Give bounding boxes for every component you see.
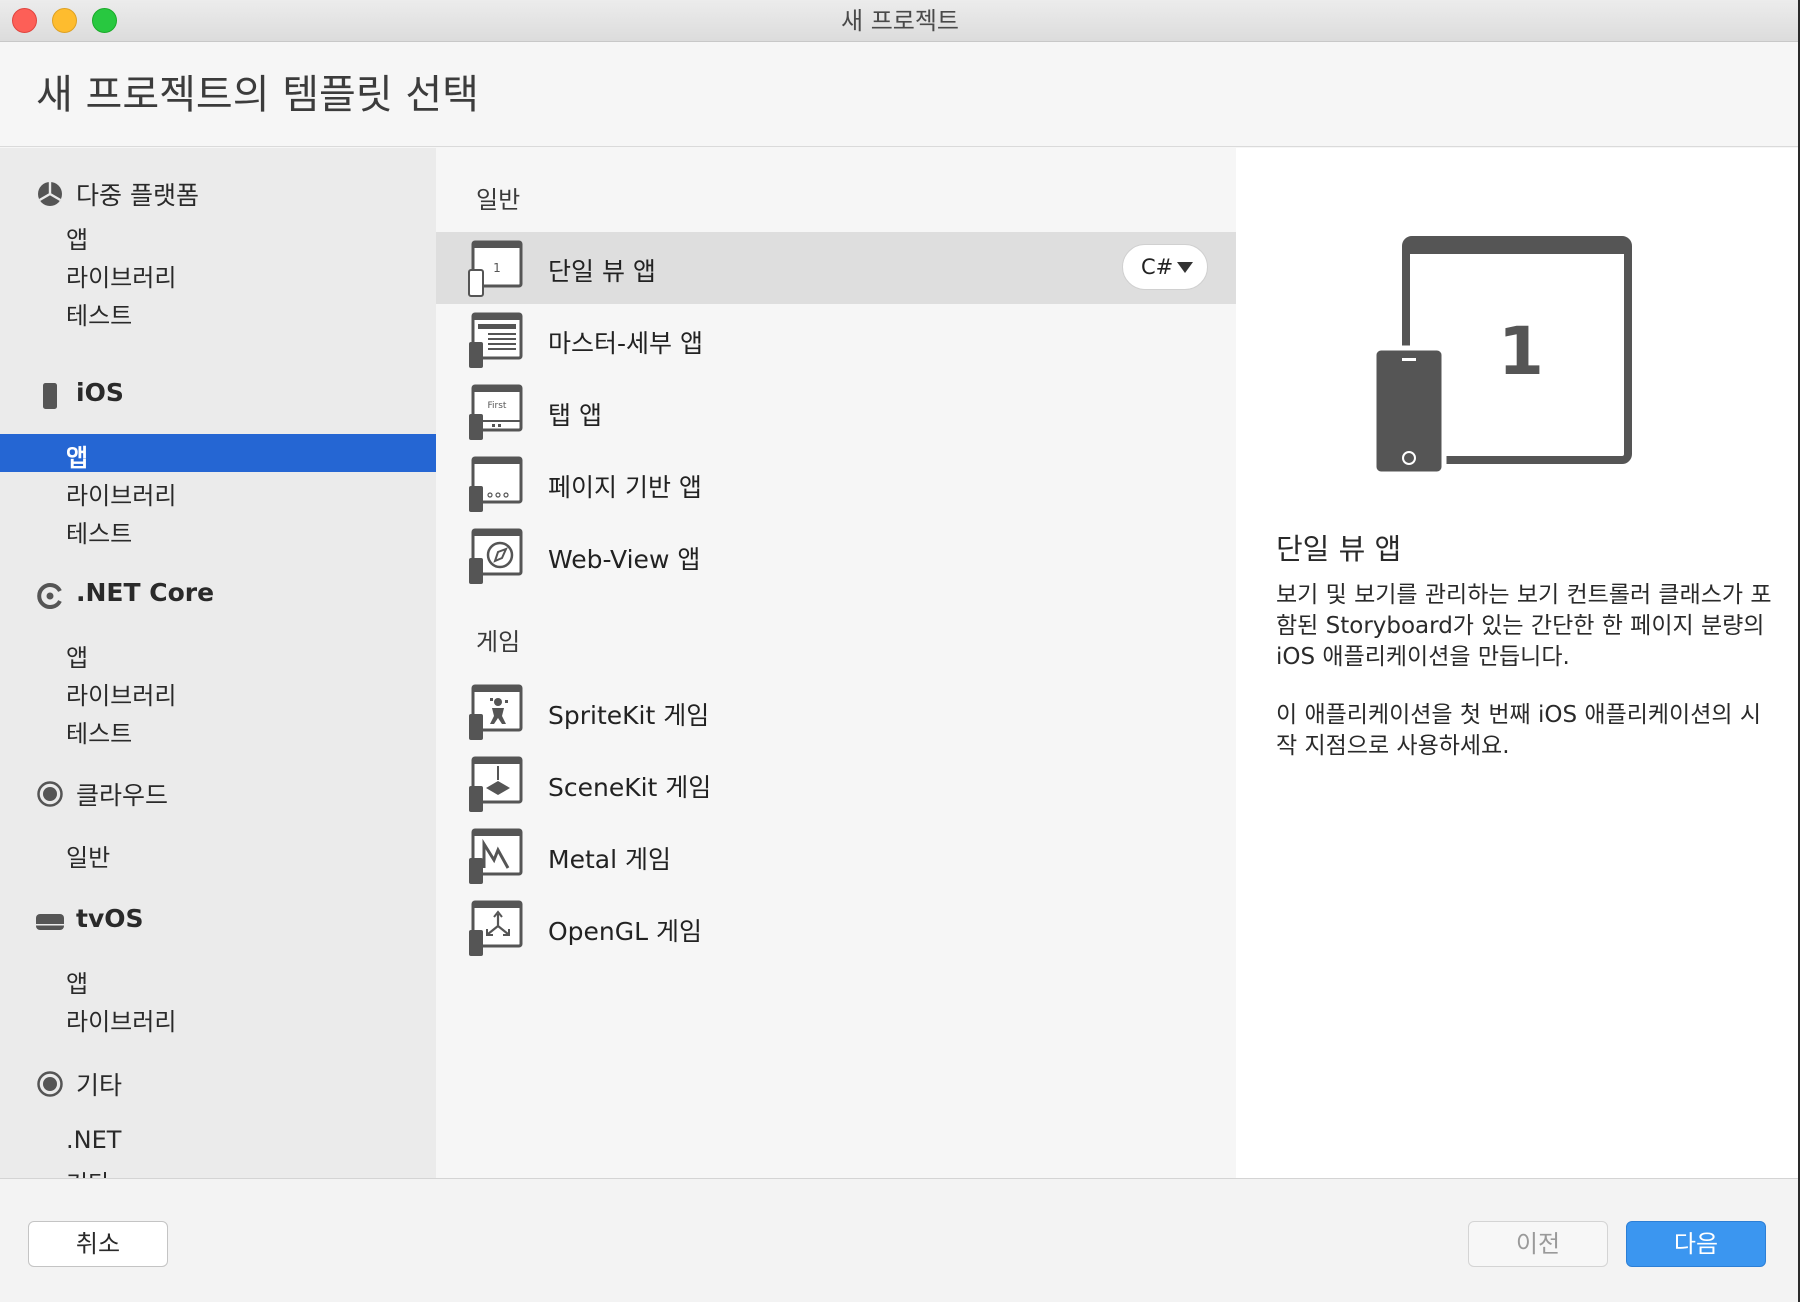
template-row-tabbed-app[interactable]: First 탭 앱 (436, 376, 1236, 448)
dialog-header: 새 프로젝트의 템플릿 선택 (0, 42, 1800, 147)
cancel-button[interactable]: 취소 (28, 1221, 168, 1267)
sidebar-item-label: 기타 (66, 1164, 110, 1178)
template-row-page-based-app[interactable]: 페이지 기반 앱 (436, 448, 1236, 520)
sidebar-item-ios-library[interactable]: 라이브러리 (0, 472, 436, 510)
sidebar-item-ios-test[interactable]: 테스트 (0, 510, 436, 548)
sidebar-category-multiplatform: 다중 플랫폼 (0, 170, 436, 216)
sidebar-item-label: 라이브러리 (66, 1008, 177, 1036)
template-list: 일반 1 단일 뷰 앱 C# 마스터-세부 앱 First 탭 앱 페이지 기반… (436, 148, 1236, 1178)
sidebar-item-label: 앱 (66, 970, 89, 998)
page-title: 새 프로젝트의 템플릿 선택 (36, 72, 479, 118)
other-circle-icon (37, 1071, 63, 1097)
chevron-down-icon (1177, 262, 1193, 273)
sidebar-item-label: 라이브러리 (66, 264, 177, 292)
sidebar-category-label: 다중 플랫폼 (76, 181, 199, 210)
sidebar-item-dotnet-core-test[interactable]: 테스트 (0, 710, 436, 748)
template-row-spritekit-game[interactable]: SpriteKit 게임 (436, 676, 1236, 748)
spritekit-game-icon (469, 684, 523, 740)
sidebar-item-label: 앱 (66, 644, 89, 672)
sidebar-item-label: 테스트 (66, 302, 133, 330)
section-heading-games: 게임 (476, 628, 521, 656)
master-detail-app-icon (469, 312, 523, 368)
metal-game-icon (469, 828, 523, 884)
template-detail-panel: 1 단일 뷰 앱 보기 및 보기를 관리하는 보기 컨트롤러 클래스가 포함된 … (1236, 148, 1798, 1178)
template-label: 페이지 기반 앱 (548, 473, 702, 502)
title-bar: 새 프로젝트 (0, 0, 1800, 42)
sidebar-item-other-dotnet[interactable]: .NET (0, 1122, 436, 1160)
template-label: 탭 앱 (548, 401, 602, 430)
sidebar-category-tvos: tvOS (0, 898, 436, 944)
cloud-circle-icon (37, 781, 63, 807)
sidebar-category-label: iOS (76, 378, 124, 407)
detail-description-secondary: 이 애플리케이션을 첫 번째 iOS 애플리케이션의 시작 지점으로 사용하세요… (1276, 702, 1761, 759)
single-view-icon-number: 1 (493, 261, 501, 275)
webview-app-icon (469, 528, 523, 584)
sidebar-item-multiplatform-library[interactable]: 라이브러리 (0, 254, 436, 292)
template-row-metal-game[interactable]: Metal 게임 (436, 820, 1236, 892)
sidebar-item-cloud-general[interactable]: 일반 (0, 834, 436, 872)
template-row-single-view-app[interactable]: 1 단일 뷰 앱 C# (436, 232, 1236, 304)
sidebar-item-label: .NET (66, 1126, 122, 1154)
sidebar-category-other: 기타 (0, 1060, 436, 1106)
template-row-webview-app[interactable]: Web-View 앱 (436, 520, 1236, 592)
sidebar-item-label: 라이브러리 (66, 482, 177, 510)
sidebar-category-ios: iOS (0, 372, 436, 418)
page-based-app-icon (469, 456, 523, 512)
multiplatform-icon (38, 182, 62, 206)
sidebar-item-multiplatform-app[interactable]: 앱 (0, 216, 436, 254)
sidebar-item-label: 일반 (66, 844, 111, 872)
template-label: Web-View 앱 (548, 545, 701, 574)
previous-button[interactable]: 이전 (1468, 1221, 1608, 1267)
template-label: 단일 뷰 앱 (548, 257, 656, 286)
tabbed-app-icon: First (469, 384, 523, 440)
sidebar-category-dotnet-core: .NET Core (0, 572, 436, 618)
sidebar-item-ios-app[interactable]: 앱 (0, 434, 436, 472)
sidebar-item-dotnet-core-app[interactable]: 앱 (0, 634, 436, 672)
next-button[interactable]: 다음 (1626, 1221, 1766, 1267)
sidebar-item-label: 앱 (66, 226, 89, 254)
detail-title: 단일 뷰 앱 (1276, 532, 1402, 566)
tab-icon-text: First (488, 401, 507, 411)
sidebar-item-label: 라이브러리 (66, 682, 177, 710)
single-view-app-icon: 1 (468, 240, 523, 297)
sidebar-category-label: .NET Core (76, 578, 215, 607)
dialog-footer: 취소 이전 다음 (0, 1178, 1800, 1302)
template-label: OpenGL 게임 (548, 917, 703, 946)
opengl-game-icon (469, 900, 523, 956)
sidebar-category-label: 기타 (76, 1071, 123, 1100)
category-sidebar: 다중 플랫폼 앱 라이브러리 테스트 iOS 앱 라이브러리 테스트 .NET … (0, 148, 436, 1178)
sidebar-item-multiplatform-test[interactable]: 테스트 (0, 292, 436, 330)
sidebar-category-label: tvOS (76, 904, 144, 933)
detail-description: 보기 및 보기를 관리하는 보기 컨트롤러 클래스가 포함된 Storyboar… (1276, 582, 1772, 670)
sidebar-item-label: 테스트 (66, 520, 133, 548)
template-row-opengl-game[interactable]: OpenGL 게임 (436, 892, 1236, 964)
appletv-icon (36, 914, 64, 930)
window-title: 새 프로젝트 (840, 7, 960, 35)
sidebar-item-tvos-library[interactable]: 라이브러리 (0, 998, 436, 1036)
section-heading-general: 일반 (476, 186, 521, 214)
sidebar-item-label: 테스트 (66, 720, 133, 748)
template-row-master-detail-app[interactable]: 마스터-세부 앱 (436, 304, 1236, 376)
template-label: SpriteKit 게임 (548, 701, 710, 730)
scenekit-game-icon (469, 756, 523, 812)
sidebar-category-label: 클라우드 (76, 781, 169, 810)
template-row-scenekit-game[interactable]: SceneKit 게임 (436, 748, 1236, 820)
dotnet-core-icon (37, 583, 62, 609)
sidebar-item-tvos-app[interactable]: 앱 (0, 960, 436, 998)
sidebar-item-dotnet-core-library[interactable]: 라이브러리 (0, 672, 436, 710)
sidebar-item-label: 앱 (66, 444, 89, 472)
sidebar-category-cloud: 클라우드 (0, 770, 436, 816)
iphone-icon (43, 383, 57, 409)
template-label: 마스터-세부 앱 (548, 329, 703, 358)
language-dropdown[interactable]: C# (1122, 244, 1208, 290)
language-label: C# (1141, 255, 1174, 279)
preview-number: 1 (1498, 313, 1544, 390)
sidebar-item-other-misc[interactable]: 기타 (0, 1160, 436, 1178)
template-label: SceneKit 게임 (548, 773, 712, 802)
new-project-window: 새 프로젝트 새 프로젝트의 템플릿 선택 다중 플랫폼 앱 라이브러리 테스트 (0, 0, 1800, 1302)
template-label: Metal 게임 (548, 845, 671, 874)
single-view-preview-icon: 1 (1371, 236, 1632, 477)
